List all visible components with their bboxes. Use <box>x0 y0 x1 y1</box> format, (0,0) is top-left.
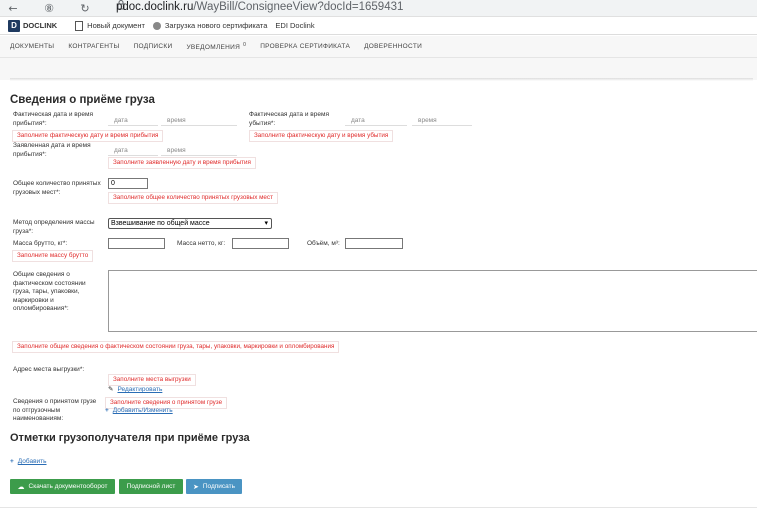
reload-icon[interactable]: ↻ <box>74 0 96 17</box>
divider <box>0 507 757 508</box>
nav-subscriptions[interactable]: ПОДПИСКИ <box>134 43 173 50</box>
actual-departure-time-input[interactable]: время <box>412 117 472 126</box>
address-bar[interactable]: pdoc.doclink.ru/WayBill/ConsigneeView?do… <box>116 1 403 13</box>
cloud-download-icon: ☁ <box>17 483 25 491</box>
actual-departure-date-input[interactable]: дата <box>345 117 407 126</box>
condition-label: Общие сведения о фактическом состоянии г… <box>13 271 86 312</box>
nav-certificate-check[interactable]: ПРОВЕРКА СЕРТИФИКАТА <box>260 43 350 50</box>
pencil-icon: ✎ <box>108 386 114 393</box>
section-title-cargo-acceptance: Сведения о приёме груза <box>10 94 155 106</box>
nav-notifications[interactable]: УВЕДОМЛЕНИЯ 0 <box>186 42 246 51</box>
plus-icon: + <box>105 407 109 414</box>
signature-sheet-button[interactable]: Подписной лист <box>119 479 183 494</box>
browser-toolbar: ← ⑧ ↻ pdoc.doclink.ru/WayBill/ConsigneeV… <box>0 0 757 17</box>
accepted-cargo-label: Сведения о принятом грузе по отгрузочным… <box>13 398 97 422</box>
bookmark-edi-doclink[interactable]: EDI Doclink <box>275 21 314 30</box>
globe-icon <box>152 21 161 30</box>
nav-documents[interactable]: ДОКУМЕНТЫ <box>10 43 54 50</box>
divider <box>10 78 753 81</box>
back-icon[interactable]: ← <box>2 0 24 17</box>
mass-method-label: Метод определения массы груза*: <box>13 219 95 235</box>
edit-unload-address-link[interactable]: ✎ Редактировать <box>108 385 162 393</box>
gross-mass-input[interactable] <box>108 238 165 249</box>
sign-button[interactable]: ➤ Подписать <box>186 479 242 494</box>
error-qty: Заполните общее количество принятых груз… <box>108 192 278 204</box>
condition-textarea[interactable] <box>108 270 757 332</box>
forward-icon[interactable]: ⑧ <box>38 0 60 17</box>
plus-icon: + <box>10 458 14 465</box>
error-actual-departure: Заполните фактическую дату и время убыти… <box>249 130 394 142</box>
actual-arrival-time-input[interactable]: время <box>161 117 237 126</box>
error-condition: Заполните общие сведения о фактическом с… <box>12 341 340 353</box>
bookmark-new-document[interactable]: Новый документ <box>75 20 145 31</box>
actual-departure-label: Фактическая дата и время убытия*: <box>249 111 329 127</box>
bookmarks-bar: D DOCLINK Новый документ Загрузка нового… <box>0 17 757 35</box>
nav-contractors[interactable]: КОНТРАГЕНТЫ <box>68 43 119 50</box>
paper-plane-icon: ➤ <box>192 483 199 491</box>
bookmark-upload-certificate[interactable]: Загрузка нового сертификата <box>152 21 267 30</box>
declared-arrival-date-input[interactable]: дата <box>108 147 158 156</box>
error-declared-arrival: Заполните заявленную дату и время прибыт… <box>108 157 256 169</box>
volume-input[interactable] <box>345 238 403 249</box>
actual-arrival-label: Фактическая дата и время прибытия*: <box>13 111 93 127</box>
doclink-logo-icon: D <box>8 19 20 32</box>
section-title-consignee-marks: Отметки грузополучателя при приёме груза <box>10 432 250 444</box>
unload-address-label: Адрес места выгрузки*: <box>13 366 85 373</box>
net-mass-input[interactable] <box>232 238 289 249</box>
main-nav: ДОКУМЕНТЫ КОНТРАГЕНТЫ ПОДПИСКИ УВЕДОМЛЕН… <box>0 36 757 58</box>
nav-powers-of-attorney[interactable]: ДОВЕРЕННОСТИ <box>364 43 422 50</box>
chevron-down-icon: ▾ <box>264 220 268 227</box>
declared-arrival-time-input[interactable]: время <box>161 147 237 156</box>
bookmark-doclink[interactable]: D DOCLINK <box>8 19 57 32</box>
notifications-count-badge: 0 <box>243 41 247 48</box>
volume-label: Объём, м³: <box>307 240 340 247</box>
declared-arrival-label: Заявленная дата и время прибытия*: <box>13 142 91 158</box>
gross-mass-label: Масса брутто, кг*: <box>13 240 68 247</box>
add-change-accepted-cargo-link[interactable]: + Добавить/Изменить <box>105 407 173 414</box>
document-icon <box>75 20 84 31</box>
mass-method-select[interactable]: Взвешивание по общей массе ▾ <box>108 218 272 229</box>
error-actual-arrival: Заполните фактическую дату и время прибы… <box>12 130 164 142</box>
add-consignee-mark-link[interactable]: + Добавить <box>10 458 47 465</box>
qty-input[interactable]: 0 <box>108 178 148 189</box>
actual-arrival-date-input[interactable]: дата <box>108 117 158 126</box>
error-gross-mass: Заполните массу брутто <box>12 250 94 262</box>
subnav-area <box>0 58 757 80</box>
net-mass-label: Масса нетто, кг: <box>177 240 226 247</box>
download-workflow-button[interactable]: ☁ Скачать документооборот <box>10 479 115 494</box>
qty-label: Общее количество принятых грузовых мест*… <box>13 180 101 196</box>
